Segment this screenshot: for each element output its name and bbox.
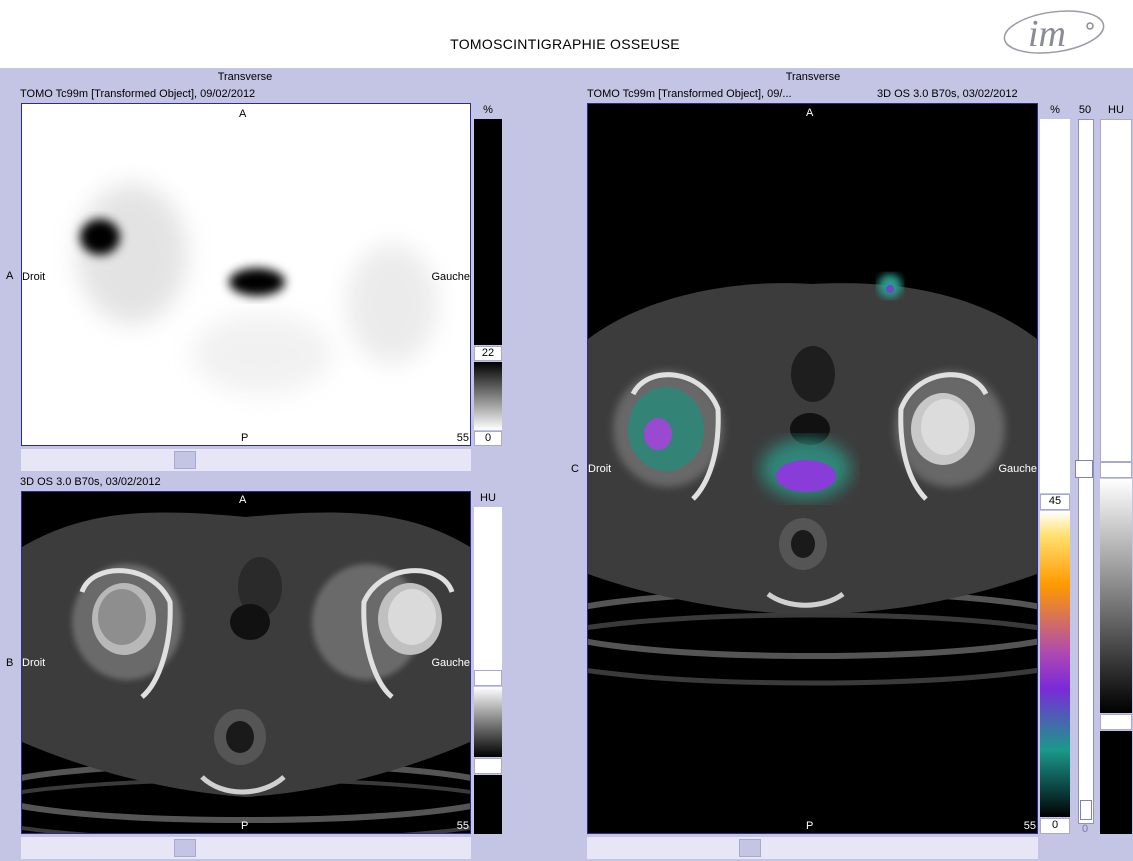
panel-a-colorbar-upper <box>474 119 502 345</box>
panel-a-scroll-thumb[interactable] <box>174 451 196 469</box>
panel-b-row-letter: B <box>6 657 14 669</box>
panel-a-slice-number: 55 <box>456 432 469 444</box>
panel-a-scale-unit: % <box>483 104 493 116</box>
panel-c-pct-min[interactable]: 0 <box>1040 818 1070 834</box>
panel-b-window-min-handle[interactable] <box>474 758 502 774</box>
panel-b-scroll-thumb[interactable] <box>174 839 196 857</box>
panel-a-row-letter: A <box>6 270 14 282</box>
panel-c-view-title: Transverse <box>785 71 841 83</box>
panel-c-pct-colorbar-upper <box>1040 119 1070 493</box>
panel-c-fusion-viewport[interactable]: A Droit Gauche P 55 <box>587 103 1038 834</box>
panel-a-top-orientation: A <box>239 108 247 120</box>
ct-image <box>22 512 470 833</box>
panel-b-colorbar-lower <box>474 775 502 834</box>
fusion-image <box>588 274 1037 686</box>
svg-text:im: im <box>1028 13 1066 55</box>
panel-a-view-title: Transverse <box>217 71 273 83</box>
panel-c-hu-window-max-handle[interactable] <box>1100 462 1132 478</box>
panel-c-slice-scrollbar[interactable] <box>587 837 1038 859</box>
panel-c-blend-slider[interactable] <box>1075 119 1094 824</box>
panel-c-hu-colorbar-gradient <box>1100 479 1132 713</box>
panel-b-colorbar-upper <box>474 507 502 670</box>
panel-c-series-right: 3D OS 3.0 B70s, 03/02/2012 <box>877 88 1018 100</box>
panel-b-slice-scrollbar[interactable] <box>21 837 471 859</box>
panel-c-blend-knob-top[interactable] <box>1075 460 1093 478</box>
panel-c-pct-unit: % <box>1050 104 1060 116</box>
panel-c-hu-window-min-handle[interactable] <box>1100 714 1132 730</box>
panel-a-bottom-orientation: P <box>241 432 249 444</box>
panel-a-scale-min[interactable]: 0 <box>474 431 502 446</box>
panel-b-slice-number: 55 <box>456 820 469 832</box>
panel-a-series-label: TOMO Tc99m [Transformed Object], 09/02/2… <box>20 88 256 100</box>
panel-c-series-left: TOMO Tc99m [Transformed Object], 09/... <box>587 88 792 100</box>
panel-b-top-orientation: A <box>239 494 247 506</box>
panel-b-window-max-handle[interactable] <box>474 670 502 686</box>
panel-b-colorbar-gradient <box>474 687 502 757</box>
panel-c-blend-max-label: 50 <box>1078 104 1092 116</box>
panel-b-bottom-orientation: P <box>241 820 249 832</box>
panel-c-top-orientation: A <box>806 107 814 119</box>
panel-c-bottom-orientation: P <box>806 820 814 832</box>
page-title: TOMOSCINTIGRAPHIE OSSEUSE <box>450 36 680 52</box>
im-logo: im <box>998 4 1110 62</box>
spect-image <box>77 184 437 394</box>
panel-c-row-letter: C <box>571 463 579 475</box>
panel-c-pct-max[interactable]: 45 <box>1040 494 1070 510</box>
report-header <box>0 0 1133 68</box>
panel-c-hu-colorbar-upper <box>1100 119 1132 462</box>
panel-b-left-orientation: Droit <box>22 657 46 669</box>
panel-c-right-orientation: Gauche <box>998 463 1037 475</box>
panel-c-blend-min-label: 0 <box>1081 823 1089 835</box>
panel-b-right-orientation: Gauche <box>431 657 470 669</box>
panel-c-hu-unit: HU <box>1108 104 1124 116</box>
panel-a-right-orientation: Gauche <box>431 271 470 283</box>
panel-b-ct-viewport[interactable]: A Droit Gauche P 55 <box>21 491 471 834</box>
panel-b-scale-unit: HU <box>480 492 496 504</box>
panel-a-left-orientation: Droit <box>22 271 46 283</box>
panel-a-colorbar-gradient <box>474 362 502 430</box>
panel-c-hu-colorbar-lower <box>1100 731 1132 834</box>
panel-b-series-label: 3D OS 3.0 B70s, 03/02/2012 <box>20 476 161 488</box>
panel-a-slice-scrollbar[interactable] <box>21 449 471 471</box>
panel-a-scale-max[interactable]: 22 <box>474 346 502 361</box>
panel-c-left-orientation: Droit <box>588 463 612 475</box>
panel-a-spect-viewport[interactable]: A Droit Gauche P 55 <box>21 103 471 446</box>
panel-c-blend-knob-bottom[interactable] <box>1080 800 1092 820</box>
panel-c-slice-number: 55 <box>1023 820 1036 832</box>
panel-c-scroll-thumb[interactable] <box>739 839 761 857</box>
panel-c-pct-colorbar-gradient <box>1040 511 1070 817</box>
